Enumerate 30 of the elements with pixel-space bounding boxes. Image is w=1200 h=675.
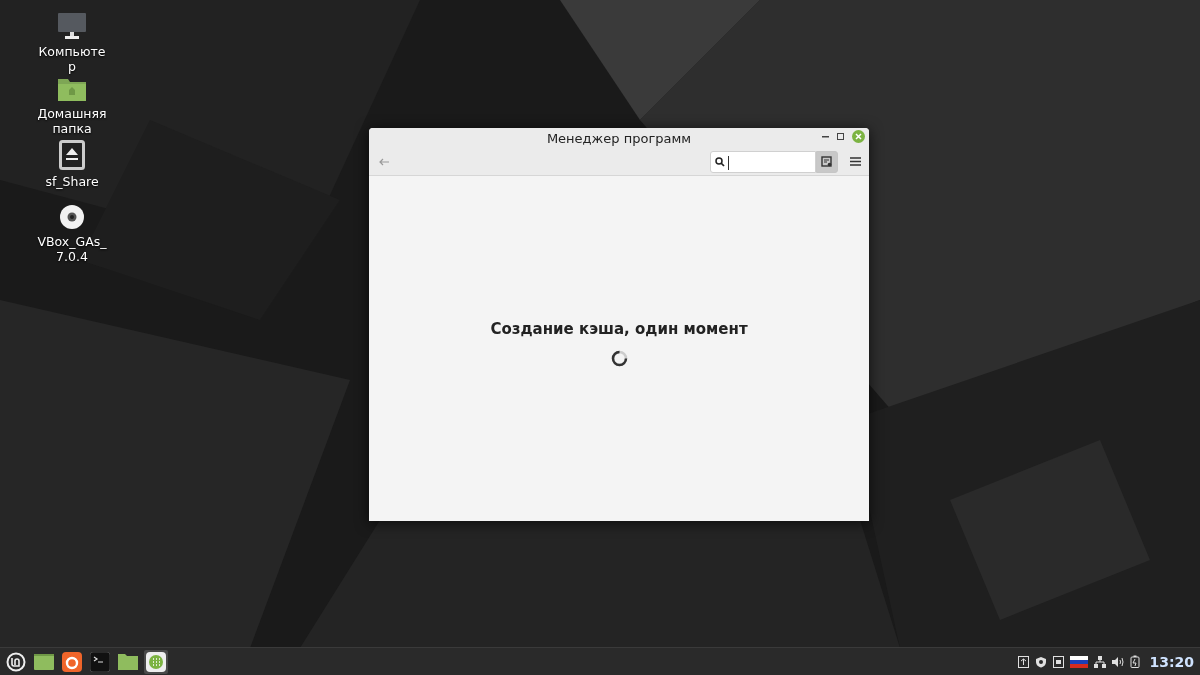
taskbar-launcher[interactable] [144, 649, 168, 674]
loading-spinner-icon [610, 350, 628, 367]
desktop-icon-label[interactable]: VBox_GAs_7.0.4 [35, 234, 109, 264]
clock[interactable]: 13:20 [1149, 653, 1194, 670]
window-title: Менеджер программ [546, 130, 692, 146]
terminal-icon [90, 651, 110, 672]
folder-icon [118, 653, 138, 670]
loading-message: Создание кэша, один момент [490, 320, 748, 338]
network-icon[interactable] [1094, 655, 1107, 668]
disc-icon [59, 204, 85, 230]
search-field[interactable] [710, 150, 816, 173]
maximize-icon[interactable] [837, 133, 844, 140]
battery-icon[interactable] [1130, 655, 1142, 668]
search-icon [715, 156, 725, 167]
shield-icon[interactable] [1035, 655, 1048, 668]
software-manager-icon [146, 651, 166, 672]
desktop-icon-label[interactable]: Компьютер [35, 44, 109, 74]
desktop-icon-label[interactable]: Домашняя папка [35, 106, 109, 136]
eject-drive-icon [59, 140, 85, 170]
minimize-icon[interactable] [822, 135, 829, 138]
update-icon[interactable] [1018, 655, 1030, 668]
document-search-icon [821, 155, 833, 168]
menu-icon[interactable] [850, 157, 861, 166]
russian-flag-icon[interactable] [1070, 655, 1089, 668]
volume-icon[interactable] [1112, 655, 1125, 668]
note-icon[interactable] [1053, 655, 1065, 668]
monitor-icon [57, 12, 87, 40]
desktop-icon-label[interactable]: sf_Share [35, 174, 109, 189]
search-in-description-button[interactable] [816, 150, 838, 173]
window-icon [34, 653, 54, 670]
